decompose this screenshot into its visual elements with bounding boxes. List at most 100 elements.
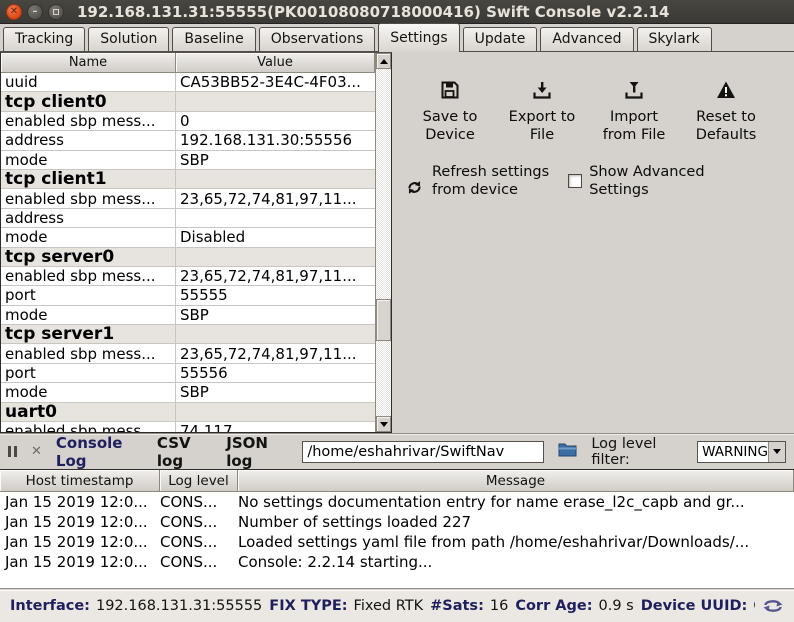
column-header-message[interactable]: Message [238,470,794,492]
window-close-button[interactable]: ✕ [6,4,22,20]
close-x-icon[interactable]: ✕ [31,444,42,459]
settings-row[interactable]: address [1,209,375,228]
setting-value-cell[interactable]: 55556 [176,364,375,382]
tab-tracking[interactable]: Tracking [3,27,85,51]
settings-section-row[interactable]: tcp server1 [1,325,375,344]
csv-log-toggle[interactable]: CSV log [157,434,212,470]
status-value-corr-age: 0.9 s [599,598,634,614]
settings-row[interactable]: port55556 [1,364,375,383]
log-row[interactable]: Jan 15 2019 12:0...CONS...No settings do… [0,492,794,512]
settings-section-row[interactable]: tcp client0 [1,92,375,111]
status-field-interface: Interface:192.168.131.31:55555 [10,598,262,614]
settings-row[interactable]: modeSBP [1,151,375,170]
setting-value-cell[interactable] [176,403,375,421]
setting-value-cell[interactable]: CA53BB52-3E4C-4F03... [176,73,375,91]
log-directory-input[interactable] [302,441,544,463]
chevron-down-icon [773,449,781,454]
json-log-toggle[interactable]: JSON log [226,434,288,470]
setting-value-cell[interactable]: 23,65,72,74,81,97,11... [176,267,375,285]
setting-value-cell[interactable]: 23,65,72,74,81,97,11... [176,189,375,207]
log-timestamp-cell: Jan 15 2019 12:0... [0,532,160,552]
show-advanced-settings-checkbox[interactable]: Show Advanced Settings [568,163,704,199]
tab-solution[interactable]: Solution [88,27,169,51]
tab-settings[interactable]: Settings [378,23,459,52]
log-timestamp-cell: Jan 15 2019 12:0... [0,492,160,512]
window-maximize-button[interactable] [48,4,64,20]
scroll-up-button[interactable] [376,53,391,69]
tab-observations[interactable]: Observations [259,27,376,51]
tab-advanced[interactable]: Advanced [540,27,633,51]
status-field-fix-type: FIX TYPE:Fixed RTK [269,598,423,614]
setting-name-cell: enabled sbp mess [1,422,176,432]
setting-value-cell[interactable]: SBP [176,383,375,401]
log-row[interactable]: Jan 15 2019 12:0...CONS...Console: 2.2.1… [0,552,794,572]
export-to-file-button[interactable]: Export to File [498,62,586,145]
log-level-cell: CONS... [160,552,238,572]
setting-name-cell: address [1,131,176,149]
settings-row[interactable]: enabled sbp mess...0 [1,112,375,131]
settings-row[interactable]: enabled sbp mess...23,65,72,74,81,97,11.… [1,267,375,286]
setting-value-cell[interactable] [176,170,375,188]
setting-name-cell: port [1,364,176,382]
folder-icon[interactable] [558,442,577,461]
save-to-device-button[interactable]: Save to Device [406,62,494,145]
scrollbar-thumb[interactable] [376,299,391,341]
download-to-file-icon [532,62,552,105]
refresh-settings-label: Refresh settings from device [432,163,549,199]
checkbox-icon[interactable] [568,174,582,188]
setting-value-cell[interactable] [176,92,375,110]
setting-value-cell[interactable]: Disabled [176,228,375,246]
settings-row[interactable]: modeSBP [1,383,375,402]
column-header-name[interactable]: Name [1,53,176,73]
refresh-settings-button[interactable]: Refresh settings from device [406,161,549,201]
import-from-file-button[interactable]: Import from File [590,62,678,145]
settings-row[interactable]: address192.168.131.30:55556 [1,131,375,150]
setting-value-cell[interactable]: SBP [176,151,375,169]
setting-value-cell[interactable]: 0 [176,112,375,130]
setting-value-cell[interactable] [176,209,375,227]
settings-row[interactable]: modeDisabled [1,228,375,247]
settings-section-row[interactable]: tcp client1 [1,170,375,189]
settings-row[interactable]: modeSBP [1,306,375,325]
scroll-down-button[interactable] [376,416,391,432]
settings-row[interactable]: enabled sbp mess74,117 [1,422,375,432]
setting-value-cell[interactable]: 74,117 [176,422,375,432]
column-header-log-level[interactable]: Log level [160,470,238,492]
tab-update[interactable]: Update [463,27,538,51]
log-level-select[interactable]: WARNING [697,441,786,463]
settings-table-pane: Name Value uuidCA53BB52-3E4C-4F03...tcp … [0,52,392,433]
column-header-host-timestamp[interactable]: Host timestamp [0,470,160,492]
setting-name-cell: enabled sbp mess... [1,344,176,362]
setting-name-cell: tcp client1 [1,170,176,188]
setting-value-cell[interactable]: 23,65,72,74,81,97,11... [176,344,375,362]
sync-arrows-icon[interactable] [762,597,784,615]
status-field-sats: #Sats:16 [430,598,508,614]
setting-value-cell[interactable]: SBP [176,306,375,324]
setting-value-cell[interactable]: 55555 [176,286,375,304]
settings-actions-pane: Save to Device Export to File Import fro… [392,52,794,433]
setting-value-cell[interactable] [176,325,375,343]
pause-icon[interactable] [8,446,17,457]
settings-row[interactable]: enabled sbp mess...23,65,72,74,81,97,11.… [1,344,375,363]
settings-row[interactable]: port55555 [1,286,375,305]
column-header-value[interactable]: Value [176,53,375,73]
log-message-cell: No settings documentation entry for name… [238,492,794,512]
settings-section-row[interactable]: uart0 [1,403,375,422]
console-log-title: Console Log [56,434,143,470]
settings-scrollbar[interactable] [375,53,391,432]
setting-name-cell: address [1,209,176,227]
setting-name-cell: enabled sbp mess... [1,112,176,130]
setting-value-cell[interactable] [176,248,375,266]
window-minimize-button[interactable]: – [27,4,43,20]
log-message-cell: Number of settings loaded 227 [238,512,794,532]
setting-value-cell[interactable]: 192.168.131.30:55556 [176,131,375,149]
dropdown-arrow-button[interactable] [768,442,785,462]
settings-row[interactable]: enabled sbp mess...23,65,72,74,81,97,11.… [1,189,375,208]
settings-section-row[interactable]: tcp server0 [1,248,375,267]
tab-skylark[interactable]: Skylark [637,27,712,51]
reset-to-defaults-button[interactable]: Reset to Defaults [682,62,770,145]
tab-baseline[interactable]: Baseline [172,27,255,51]
log-row[interactable]: Jan 15 2019 12:0...CONS...Number of sett… [0,512,794,532]
log-row[interactable]: Jan 15 2019 12:0...CONS...Loaded setting… [0,532,794,552]
settings-row[interactable]: uuidCA53BB52-3E4C-4F03... [1,73,375,92]
